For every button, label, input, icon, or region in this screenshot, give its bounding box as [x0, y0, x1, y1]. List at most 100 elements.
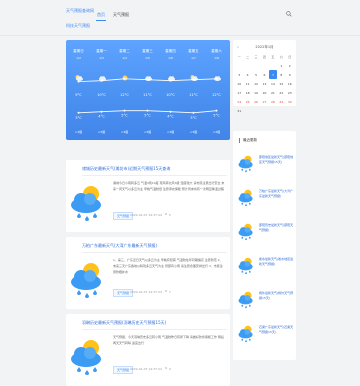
forecast-wind: <3级: [121, 129, 128, 134]
calendar-day: [269, 106, 277, 115]
calendar-day[interactable]: 23: [286, 88, 294, 97]
high-temp-point: [100, 79, 103, 82]
brand-link-sub[interactable]: 科技天气预报: [66, 23, 118, 28]
recent-thumbnail[interactable]: [237, 221, 256, 242]
calendar-day[interactable]: 28: [269, 97, 277, 106]
low-temp-point: [123, 109, 126, 112]
calendar-day[interactable]: 9: [286, 70, 294, 79]
calendar-weekday: 日: [288, 55, 292, 59]
calendar-day[interactable]: 13: [260, 79, 268, 88]
article-thumbnail[interactable]: [68, 334, 108, 379]
high-temp-point: [77, 80, 80, 83]
calendar-day[interactable]: 1: [277, 61, 285, 70]
low-temp-point: [215, 109, 218, 112]
calendar-caption: 2022年1月: [255, 45, 274, 49]
calendar-day[interactable]: 29: [277, 97, 285, 106]
recent-item[interactable]: 杨外最新天气(杨外天气预报15天): [237, 289, 294, 313]
calendar-day[interactable]: 4: [243, 70, 251, 79]
calendar-weekday: 六: [279, 55, 283, 59]
forecast-low-temp: 3°C: [190, 116, 197, 120]
article-views: 5: [168, 213, 171, 217]
separator-dot: [164, 367, 167, 369]
article-title[interactable]: 诸城历史最新天气(潍坊市)近期天气预报15天查询: [82, 166, 227, 176]
recent-title[interactable]: 邵阳地区最新天气(邵阳地区天气预报15天): [259, 155, 294, 165]
high-temp-point: [123, 77, 126, 80]
recent-title[interactable]: 杨外最新天气(杨外天气预报15天): [259, 291, 294, 301]
calendar-day[interactable]: 22: [277, 88, 285, 97]
recent-item[interactable]: 衡水最新天气(衡水地区最新天气预报): [237, 255, 294, 279]
calendar-day[interactable]: 20: [260, 88, 268, 97]
article-card[interactable]: 羽琳历史最新天气预报(羽琳历史天气预报15天) 天气预报、今天羽琳历史多云转小雨…: [66, 314, 230, 386]
search-icon[interactable]: [286, 11, 292, 17]
calendar-day[interactable]: 25: [243, 97, 251, 106]
article-title[interactable]: 万柏广东最新天气(大湾广东最新天气预报): [82, 243, 227, 253]
recent-item[interactable]: 石梁广东最新天气(石梁天气预报15天): [237, 323, 294, 347]
calendar-day[interactable]: 24: [235, 97, 243, 106]
forecast-panel: 星期日 1/2 9°C 星期一 1/3 10°C 星期二 1/4 12°C 星期三 1/5 11°C 星…: [66, 40, 230, 140]
article-thumbnail[interactable]: [68, 180, 108, 225]
calendar-day: [243, 61, 251, 70]
tab-weather[interactable]: 天气预报: [112, 12, 130, 21]
low-temp-point: [77, 111, 80, 114]
forecast-wind: <3级: [75, 129, 82, 134]
separator-dot: [164, 290, 167, 292]
calendar-day[interactable]: 3: [235, 70, 243, 79]
recent-thumbnail[interactable]: [237, 323, 256, 344]
recent-item[interactable]: 邵阳地区最新天气(邵阳地区天气预报15天): [237, 153, 294, 177]
main-nav: 首页 天气预报: [96, 12, 130, 21]
high-temp-point: [192, 78, 195, 81]
article-meta: 2022-01-07 14:37:34 7: [130, 290, 171, 294]
high-temp-point: [169, 79, 172, 82]
calendar-day[interactable]: 11: [243, 79, 251, 88]
calendar-day: [260, 106, 268, 115]
calendar-day[interactable]: 30: [286, 97, 294, 106]
calendar-weekday: 二: [246, 55, 250, 59]
calendar-day: [269, 61, 277, 70]
recent-thumbnail[interactable]: [237, 289, 256, 310]
calendar-day[interactable]: 12: [252, 79, 260, 88]
forecast-wind: <3级: [144, 129, 151, 134]
calendar-day[interactable]: 18: [243, 88, 251, 97]
recent-updates-panel: 最近更新 邵阳地区最新天气(邵阳地区天气预报15天) 万柏广东最新天气(大湾广东…: [233, 131, 296, 360]
recent-title[interactable]: 石梁广东最新天气(石梁天气预报15天): [259, 325, 294, 335]
calendar-day[interactable]: 6: [260, 70, 268, 79]
calendar-day[interactable]: 31: [235, 106, 243, 115]
calendar-day[interactable]: 14: [269, 79, 277, 88]
recent-heading: 最近更新: [239, 138, 257, 143]
calendar-day[interactable]: 2: [286, 61, 294, 70]
calendar-day[interactable]: 17: [235, 88, 243, 97]
article-title[interactable]: 羽琳历史最新天气预报(羽琳历史天气预报15天): [82, 320, 227, 330]
forecast-wind: <3级: [190, 129, 197, 134]
calendar-day[interactable]: 26: [252, 97, 260, 106]
recent-thumbnail[interactable]: [237, 187, 256, 208]
article-date: 2022-01-07 14:37:44: [130, 213, 162, 217]
calendar-day: [252, 61, 260, 70]
calendar-day[interactable]: 8: [277, 70, 285, 79]
article-card[interactable]: 万柏广东最新天气(大湾广东最新天气预报) 1、第三、广东近日天气以多云为主 早晚…: [66, 237, 230, 309]
recent-thumbnail[interactable]: [237, 255, 256, 276]
article-thumbnail[interactable]: [68, 257, 108, 302]
calendar-day[interactable]: 10: [235, 79, 243, 88]
calendar-day[interactable]: 7: [268, 70, 278, 79]
calendar-day[interactable]: 5: [252, 70, 260, 79]
tab-home[interactable]: 首页: [96, 12, 106, 21]
recent-title[interactable]: 衡水最新天气(衡水地区最新天气预报): [259, 257, 294, 267]
calendar-day[interactable]: 16: [286, 79, 294, 88]
article-views: 7: [168, 290, 171, 294]
calendar-day[interactable]: 27: [260, 97, 268, 106]
calendar-day: [260, 61, 268, 70]
low-temp-point: [169, 110, 172, 113]
forecast-low-temp: 5°C: [121, 114, 128, 118]
forecast-low-temp: 5°C: [144, 114, 151, 118]
article-summary: 1、第三、广东近日天气以多云为主 早晚有轻雾 气温较往年同期偏高 注意防范 2、…: [113, 258, 223, 274]
recent-title[interactable]: 万柏广东最新天气(大湾广东最新天气预报): [259, 189, 294, 199]
calendar-day[interactable]: 15: [277, 79, 285, 88]
recent-thumbnail[interactable]: [237, 153, 256, 174]
calendar-day[interactable]: 21: [269, 88, 277, 97]
recent-title[interactable]: 邵阳历史最新天气(邵阳天气预报): [259, 223, 294, 233]
calendar-weekday: 一: [237, 55, 241, 59]
article-card[interactable]: 诸城历史最新天气(潍坊市)近期天气预报15天查询 诸城今日小雨转多云 气温3到1…: [66, 160, 230, 232]
recent-item[interactable]: 万柏广东最新天气(大湾广东最新天气预报): [237, 187, 294, 211]
recent-item[interactable]: 邵阳历史最新天气(邵阳天气预报): [237, 221, 294, 245]
calendar-day[interactable]: 19: [252, 88, 260, 97]
